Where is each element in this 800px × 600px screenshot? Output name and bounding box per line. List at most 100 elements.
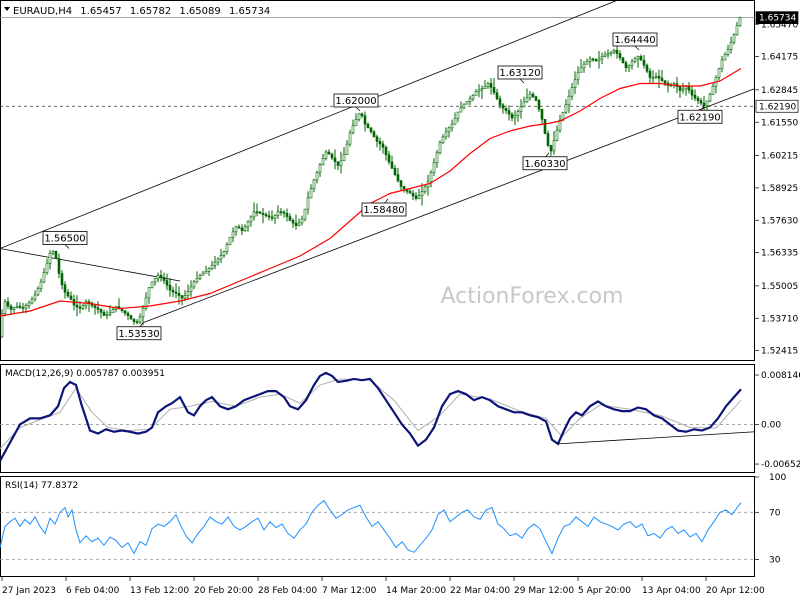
- chart-header: EURAUD,H4 1.65457 1.65782 1.65089 1.6573…: [4, 6, 270, 17]
- close-value: 1.65734: [229, 6, 270, 17]
- trend-line: [0, 0, 619, 249]
- candle-body: [18, 305, 22, 308]
- candle-body: [168, 284, 172, 291]
- candle-body: [414, 195, 418, 199]
- candle-body: [519, 106, 523, 112]
- candle-body: [0, 313, 4, 338]
- candle-body: [399, 180, 403, 187]
- annotation-label: 1.53530: [118, 329, 159, 340]
- candle-body: [315, 171, 319, 181]
- rsi-line: [0, 499, 742, 555]
- candle-body: [732, 34, 736, 43]
- candle-body: [588, 58, 592, 62]
- candle-body: [135, 321, 139, 323]
- candle-body: [711, 85, 715, 95]
- candle-body: [645, 64, 649, 72]
- candle-body: [522, 101, 526, 108]
- candle-body: [726, 49, 730, 55]
- candle-body: [336, 161, 340, 166]
- candle-body: [597, 58, 601, 62]
- candle-body: [684, 86, 688, 90]
- candle-body: [555, 129, 559, 141]
- candle-body: [192, 281, 196, 288]
- candle-body: [357, 113, 361, 120]
- candle-body: [738, 17, 742, 26]
- candle-body: [36, 288, 40, 296]
- annotation-label: 1.63120: [499, 68, 540, 79]
- candle-body: [63, 284, 67, 293]
- candle-body: [660, 77, 664, 81]
- candle-body: [603, 54, 607, 57]
- candle-body: [390, 161, 394, 169]
- candle-body: [93, 305, 97, 308]
- candle-body: [702, 102, 706, 107]
- candle-body: [162, 277, 166, 281]
- candle-body: [303, 208, 307, 220]
- time-axis-label: 20 Apr 12:00: [706, 586, 765, 596]
- candle-body: [150, 281, 154, 288]
- candle-body: [291, 220, 295, 224]
- candle-body: [480, 88, 484, 91]
- candle-body: [195, 278, 199, 283]
- candle-body: [9, 305, 13, 310]
- candle-body: [486, 83, 490, 87]
- candle-body: [471, 95, 475, 100]
- rsi-panel-frame: [0, 476, 755, 577]
- price-axis-label: 1.56335: [761, 249, 798, 259]
- candle-body: [387, 154, 391, 163]
- candle-body: [363, 115, 367, 125]
- time-axis-label: 20 Feb 20:00: [194, 586, 253, 596]
- candle-body: [450, 123, 454, 129]
- candle-body: [156, 274, 160, 279]
- candle-body: [153, 278, 157, 283]
- candle-body: [264, 214, 268, 217]
- candle-body: [24, 305, 28, 309]
- candle-body: [105, 314, 109, 316]
- candle-body: [231, 231, 235, 238]
- candle-body: [69, 295, 73, 300]
- time-axis-label: 27 Jan 2023: [2, 586, 56, 596]
- candle-body: [138, 316, 142, 323]
- time-axis-label: 28 Feb 04:00: [258, 586, 317, 596]
- price-axis-label: 1.55005: [761, 282, 798, 292]
- candle-body: [615, 49, 619, 54]
- candle-body: [171, 289, 175, 293]
- candle-body: [243, 226, 247, 231]
- candle-body: [444, 131, 448, 138]
- candle-body: [456, 111, 460, 119]
- time-axis-label: 13 Apr 04:00: [642, 586, 701, 596]
- candle-body: [441, 136, 445, 143]
- candle-body: [381, 143, 385, 148]
- candle-body: [102, 312, 106, 316]
- time-axis-label: 6 Feb 04:00: [66, 586, 120, 596]
- price-tag-label: 1.65734: [759, 14, 796, 24]
- high-value: 1.65782: [130, 6, 171, 17]
- candle-body: [396, 174, 400, 182]
- candle-body: [48, 253, 52, 264]
- candle-body: [273, 215, 277, 219]
- candle-body: [57, 258, 61, 274]
- candle-body: [318, 164, 322, 173]
- candle-body: [252, 211, 256, 218]
- dropdown-triangle-icon[interactable]: [4, 7, 10, 11]
- candle-body: [99, 309, 103, 313]
- candle-body: [306, 197, 310, 210]
- candle-body: [699, 100, 703, 104]
- candle-body: [654, 75, 658, 78]
- time-axis-label: 29 Mar 12:00: [514, 586, 574, 596]
- candle-body: [411, 192, 415, 197]
- candle-body: [285, 212, 289, 217]
- candle-body: [210, 264, 214, 269]
- candle-body: [12, 307, 16, 310]
- candle-body: [525, 97, 529, 103]
- candle-body: [288, 216, 292, 221]
- candle-body: [606, 53, 610, 56]
- candle-body: [339, 160, 343, 166]
- annotation-label: 1.56500: [44, 234, 85, 245]
- annotation-label: 1.62000: [335, 96, 376, 107]
- candle-body: [369, 127, 373, 133]
- candle-body: [279, 211, 283, 213]
- candle-body: [639, 56, 643, 61]
- candle-body: [75, 304, 79, 308]
- trend-line: [0, 248, 181, 282]
